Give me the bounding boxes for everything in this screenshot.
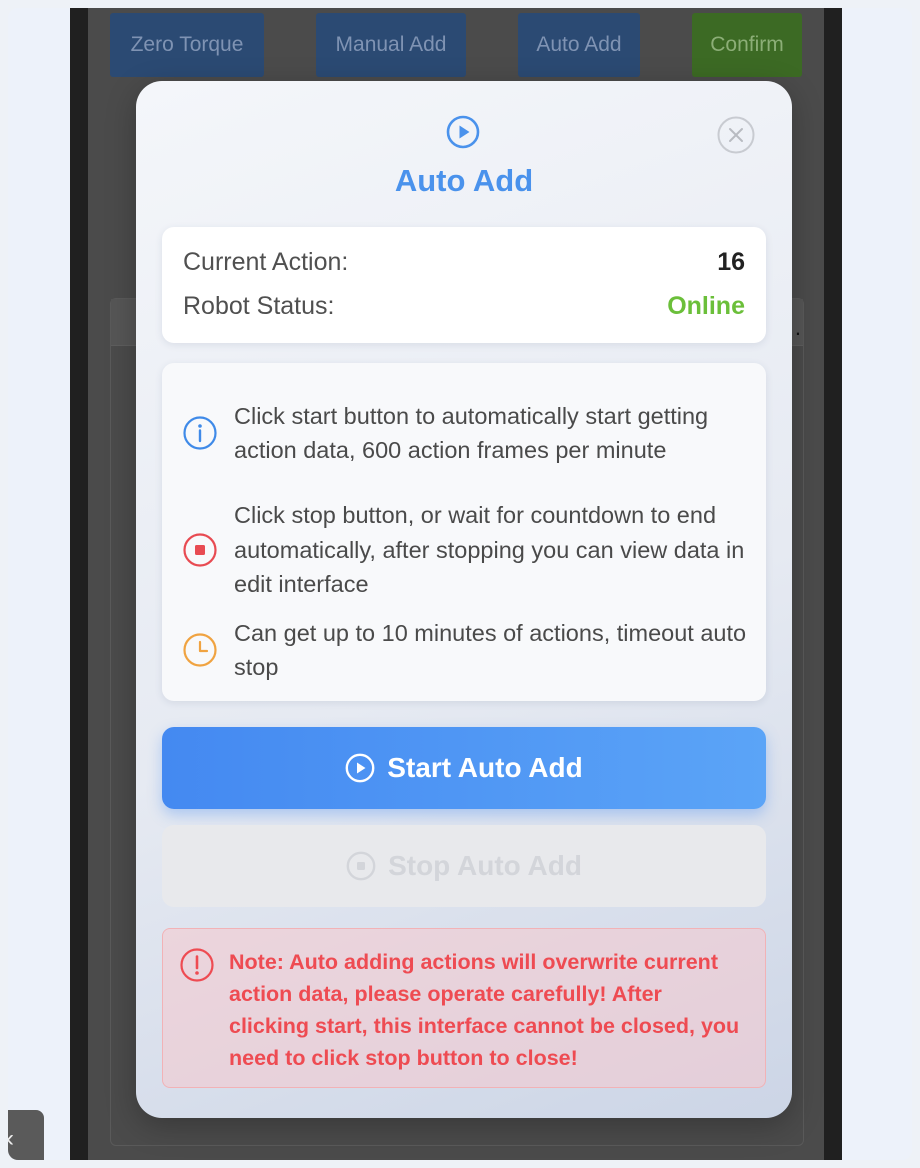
robot-status-value: Online [667, 291, 745, 320]
start-auto-add-button[interactable]: Start Auto Add [162, 727, 766, 809]
instruction-item: Can get up to 10 minutes of actions, tim… [182, 613, 750, 687]
dialog-title: Auto Add [394, 163, 534, 198]
instruction-text: Click stop button, or wait for countdown… [234, 502, 745, 598]
window-frame: Zero Torque Manual Add Auto Add Confirm … [8, 8, 912, 1160]
alert-icon [180, 948, 214, 982]
start-button-label: Start Auto Add [387, 752, 583, 783]
info-icon [183, 416, 217, 450]
stop-icon [183, 533, 217, 567]
play-circle-icon [345, 753, 375, 783]
close-icon[interactable] [717, 116, 755, 154]
warning-note: Note: Auto adding actions will overwrite… [162, 928, 766, 1088]
instruction-text: Can get up to 10 minutes of actions, tim… [234, 619, 747, 681]
stop-circle-icon [346, 851, 376, 881]
current-action-label: Current Action: [183, 247, 349, 276]
chevron-left-icon: ‹ [8, 1125, 14, 1153]
current-action-row: Current Action: 16 [183, 245, 745, 279]
instruction-item: Click stop button, or wait for countdown… [182, 497, 750, 603]
current-action-value: 16 [717, 247, 745, 276]
background-dot: . [794, 315, 801, 340]
stop-auto-add-button[interactable]: Stop Auto Add [162, 825, 766, 907]
robot-status-label: Robot Status: [183, 291, 335, 320]
stop-button-label: Stop Auto Add [388, 850, 582, 881]
instruction-text: Click start button to automatically star… [234, 402, 709, 464]
instructions-card: Click start button to automatically star… [162, 363, 766, 701]
robot-status-row: Robot Status: Online [183, 289, 745, 323]
side-collapse-tab[interactable]: ‹ [8, 1110, 44, 1160]
auto-add-button[interactable]: Auto Add [518, 13, 640, 77]
manual-add-button[interactable]: Manual Add [316, 13, 466, 77]
status-card: Current Action: 16 Robot Status: Online [162, 227, 766, 343]
confirm-button[interactable]: Confirm [692, 13, 802, 77]
instruction-item: Click start button to automatically star… [182, 379, 750, 487]
play-circle-icon [446, 115, 480, 149]
zero-torque-button[interactable]: Zero Torque [110, 13, 264, 77]
auto-add-dialog: Auto Add Current Action: 16 Robot Status… [136, 81, 792, 1118]
warning-text: Note: Auto adding actions will overwrite… [229, 950, 740, 1070]
clock-icon [183, 633, 217, 667]
